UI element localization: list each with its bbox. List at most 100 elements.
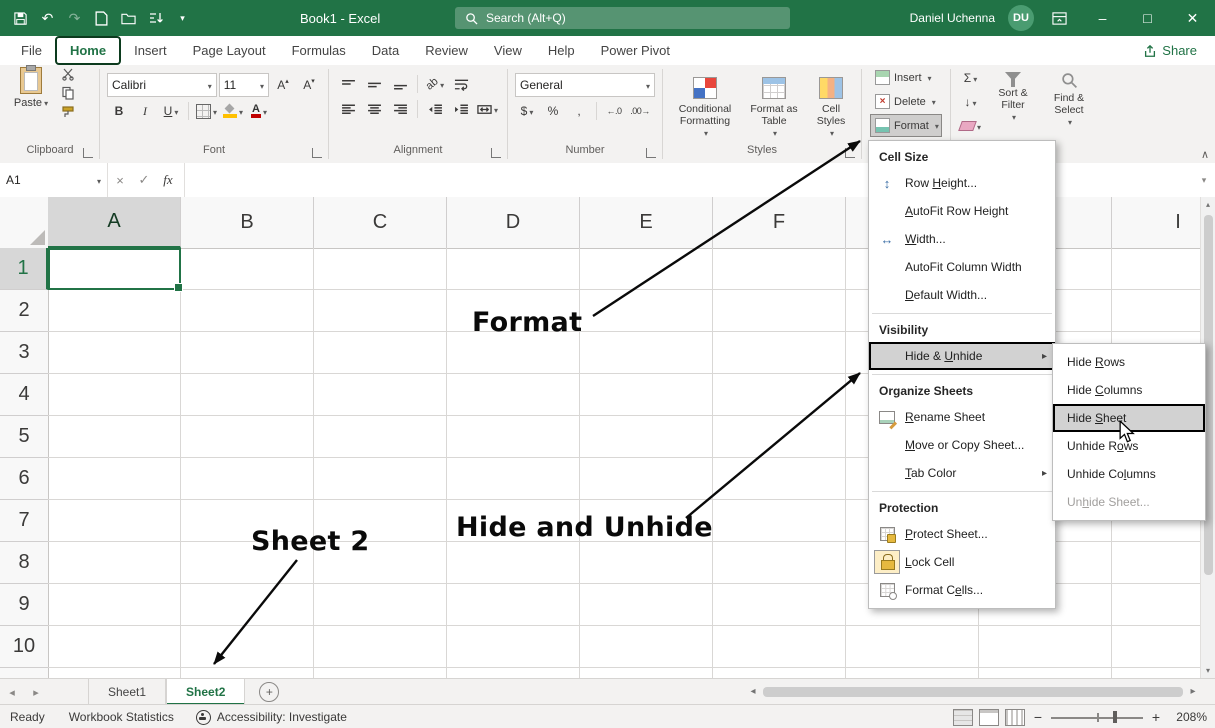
paste-button[interactable]: Paste — [8, 65, 54, 144]
comma-style-button[interactable]: , — [567, 100, 591, 122]
name-box[interactable]: A1 — [0, 163, 108, 197]
column-header-d[interactable]: D — [447, 197, 580, 248]
horizontal-scrollbar[interactable]: ◂ ▸ — [745, 683, 1201, 700]
column-header-e[interactable]: E — [580, 197, 713, 248]
sheet-tab-sheet2[interactable]: Sheet2 — [166, 679, 245, 705]
accessibility-status[interactable]: Accessibility: Investigate — [196, 710, 347, 725]
styles-dialog-launcher-icon[interactable] — [845, 148, 855, 158]
collapse-ribbon-icon[interactable]: ∧ — [1201, 148, 1209, 161]
column-header-i[interactable]: I — [1112, 197, 1201, 248]
tab-insert[interactable]: Insert — [121, 38, 180, 63]
tab-formulas[interactable]: Formulas — [279, 38, 359, 63]
number-format-select[interactable]: General — [515, 73, 655, 97]
percent-style-button[interactable]: % — [541, 100, 565, 122]
column-header-b[interactable]: B — [181, 197, 314, 248]
number-dialog-launcher-icon[interactable] — [646, 148, 656, 158]
formula-bar-expand-icon[interactable]: ▾ — [1193, 163, 1215, 197]
tab-power-pivot[interactable]: Power Pivot — [588, 38, 683, 63]
cell-styles-button[interactable]: Cell Styles — [807, 70, 855, 144]
format-painter-button[interactable] — [56, 103, 80, 121]
font-size-select[interactable]: 11 — [219, 73, 269, 97]
hscroll-left-icon[interactable]: ◂ — [745, 686, 761, 697]
new-file-icon[interactable] — [89, 6, 114, 31]
menu-item-lock-cell[interactable]: Lock Cell — [869, 548, 1055, 576]
tab-review[interactable]: Review — [412, 38, 481, 63]
menu-item-hide-and-unhide[interactable]: Hide & Unhide▸ — [869, 342, 1055, 370]
undo-icon[interactable]: ↶ — [35, 6, 60, 31]
page-layout-view-button[interactable] — [979, 709, 999, 726]
search-box[interactable]: Search (Alt+Q) — [455, 7, 790, 29]
clipboard-dialog-launcher-icon[interactable] — [83, 148, 93, 158]
menu-item-rename-sheet[interactable]: Rename Sheet — [869, 403, 1055, 431]
zoom-in-button[interactable]: + — [1149, 709, 1163, 725]
align-top-button[interactable] — [336, 73, 360, 95]
close-button[interactable]: ✕ — [1170, 0, 1215, 36]
redo-icon[interactable]: ↷ — [62, 6, 87, 31]
decrease-indent-button[interactable] — [423, 98, 447, 120]
decrease-decimal-button[interactable]: .00→ — [628, 100, 652, 122]
zoom-level[interactable]: 208% — [1169, 710, 1207, 724]
accounting-format-button[interactable]: $ — [515, 100, 539, 122]
enter-icon[interactable]: ✓ — [132, 163, 156, 197]
row-header-3[interactable]: 3 — [0, 332, 48, 374]
user-name[interactable]: Daniel Uchenna — [910, 11, 995, 25]
submenu-item-hide-rows[interactable]: Hide Rows — [1053, 348, 1205, 376]
row-header-6[interactable]: 6 — [0, 458, 48, 500]
open-folder-icon[interactable] — [116, 6, 141, 31]
row-header-5[interactable]: 5 — [0, 416, 48, 458]
zoom-thumb[interactable] — [1113, 711, 1117, 723]
row-header-8[interactable]: 8 — [0, 542, 48, 584]
menu-item-format-cells[interactable]: Format Cells... — [869, 576, 1055, 604]
menu-item-row-height[interactable]: Row Height... — [869, 169, 1055, 197]
align-bottom-button[interactable] — [388, 73, 412, 95]
increase-font-size-button[interactable]: A▴ — [271, 74, 295, 96]
scroll-up-icon[interactable]: ▴ — [1206, 197, 1210, 212]
fill-color-button[interactable] — [221, 100, 245, 122]
minimize-button[interactable]: – — [1080, 0, 1125, 36]
fill-handle[interactable] — [174, 283, 183, 292]
row-header-7[interactable]: 7 — [0, 500, 48, 542]
align-right-button[interactable] — [388, 98, 412, 120]
avatar[interactable]: DU — [1008, 5, 1034, 31]
fill-button[interactable]: ↓ — [958, 91, 983, 113]
share-button[interactable]: Share — [1143, 39, 1197, 62]
ribbon-display-options-icon[interactable] — [1047, 6, 1072, 31]
wrap-text-button[interactable] — [449, 73, 473, 95]
sheet-nav-left-icon[interactable]: ◂ — [0, 679, 24, 705]
row-header-9[interactable]: 9 — [0, 584, 48, 626]
italic-button[interactable]: I — [133, 100, 157, 122]
align-left-button[interactable] — [336, 98, 360, 120]
hscroll-right-icon[interactable]: ▸ — [1185, 686, 1201, 697]
tab-help[interactable]: Help — [535, 38, 588, 63]
autosum-button[interactable]: Σ — [958, 67, 983, 89]
scroll-down-icon[interactable]: ▾ — [1206, 663, 1210, 678]
submenu-item-unhide-columns[interactable]: Unhide Columns — [1053, 460, 1205, 488]
selected-cell-a1[interactable] — [48, 248, 181, 290]
delete-button[interactable]: ×Delete — [871, 91, 941, 112]
orientation-button[interactable]: ab — [423, 73, 447, 95]
workbook-statistics-button[interactable]: Workbook Statistics — [69, 710, 174, 724]
align-center-button[interactable] — [362, 98, 386, 120]
sort-icon[interactable] — [143, 6, 168, 31]
tab-home[interactable]: Home — [55, 36, 121, 65]
menu-item-protect-sheet[interactable]: Protect Sheet... — [869, 520, 1055, 548]
normal-view-button[interactable] — [953, 709, 973, 726]
column-header-a[interactable]: A — [48, 197, 181, 248]
menu-item-autofit-row-height[interactable]: AutoFit Row Height — [869, 197, 1055, 225]
menu-item-width[interactable]: Width... — [869, 225, 1055, 253]
menu-item-move-or-copy-sheet[interactable]: Move or Copy Sheet... — [869, 431, 1055, 459]
font-color-button[interactable]: A — [247, 100, 271, 122]
increase-decimal-button[interactable]: ←.0 — [602, 100, 626, 122]
select-all-corner[interactable] — [0, 197, 49, 249]
tab-file[interactable]: File — [8, 38, 55, 63]
alignment-dialog-launcher-icon[interactable] — [491, 148, 501, 158]
copy-button[interactable] — [56, 84, 80, 102]
tab-view[interactable]: View — [481, 38, 535, 63]
horizontal-scroll-thumb[interactable] — [763, 687, 1183, 697]
row-header-2[interactable]: 2 — [0, 290, 48, 332]
tab-page-layout[interactable]: Page Layout — [180, 38, 279, 63]
submenu-item-unhide-rows[interactable]: Unhide Rows — [1053, 432, 1205, 460]
borders-button[interactable] — [194, 100, 219, 122]
underline-button[interactable]: U — [159, 100, 183, 122]
font-name-select[interactable]: Calibri — [107, 73, 217, 97]
